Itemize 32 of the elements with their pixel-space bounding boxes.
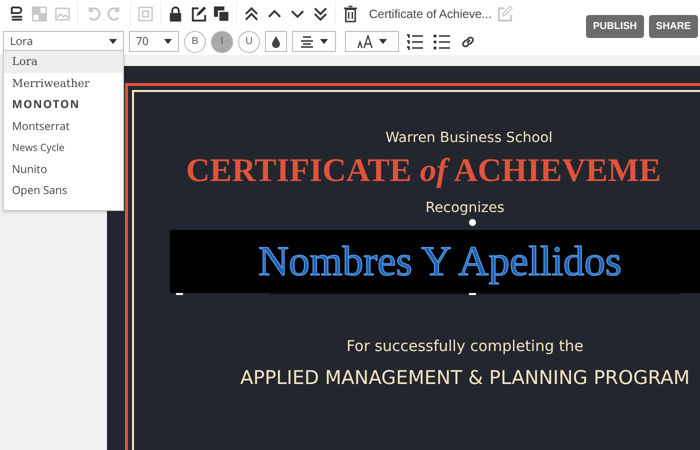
text-size-icon bbox=[357, 34, 373, 50]
font-option[interactable]: News Cycle bbox=[4, 137, 123, 158]
font-option[interactable]: Nunito bbox=[4, 158, 123, 180]
font-option[interactable]: Merriweather bbox=[4, 72, 123, 94]
underline-button[interactable]: U bbox=[238, 30, 260, 52]
caret-icon bbox=[379, 39, 387, 44]
certificate-title: CERTIFICATE of ACHIEVEME bbox=[186, 153, 661, 190]
align-dropdown[interactable] bbox=[292, 31, 336, 52]
font-option[interactable]: Open Sans bbox=[4, 180, 123, 202]
resize-handle[interactable] bbox=[469, 219, 476, 226]
size-select[interactable]: 70 bbox=[129, 31, 179, 52]
publish-button[interactable]: PUBLISH bbox=[586, 15, 644, 38]
color-drop-icon[interactable] bbox=[265, 31, 287, 52]
share-button[interactable]: SHARE bbox=[648, 15, 698, 38]
caret-icon bbox=[320, 39, 328, 44]
font-option[interactable]: Lora bbox=[4, 51, 123, 72]
document-title: Certificate of Achieve... bbox=[369, 7, 492, 21]
numbered-list-icon[interactable] bbox=[404, 34, 426, 50]
program-name: APPLIED MANAGEMENT & PLANNING PROGRAM bbox=[240, 367, 690, 389]
align-icon bbox=[300, 36, 314, 48]
bullet-list-icon[interactable] bbox=[431, 34, 453, 50]
recognizes-text: Recognizes bbox=[426, 200, 504, 216]
font-option[interactable]: MONOTON bbox=[4, 94, 123, 116]
text-size-dropdown[interactable] bbox=[345, 31, 399, 52]
school-name: Warren Business School bbox=[385, 130, 553, 146]
font-option[interactable]: Montserrat bbox=[4, 116, 123, 137]
caret-icon bbox=[109, 39, 117, 44]
bold-button[interactable]: B bbox=[184, 30, 206, 52]
completion-text: For successfully completing the bbox=[346, 337, 584, 355]
resize-handle[interactable] bbox=[469, 293, 476, 295]
resize-handle[interactable] bbox=[176, 293, 183, 295]
caret-icon bbox=[164, 39, 172, 44]
